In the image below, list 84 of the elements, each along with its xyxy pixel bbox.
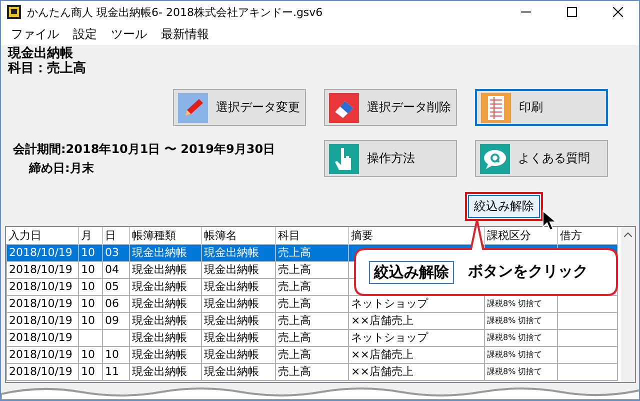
table-cell: ネットショップ bbox=[351, 297, 428, 310]
table-cell: 売上高 bbox=[278, 365, 311, 378]
close-icon[interactable] bbox=[613, 7, 623, 17]
table-cell: ××店舗売上 bbox=[351, 348, 414, 361]
clear-filter-button[interactable]: 絞込み解除 bbox=[468, 195, 540, 218]
maximize-icon[interactable] bbox=[567, 7, 577, 17]
table-cell: 現金出納帳 bbox=[132, 314, 187, 327]
speech-bubble-icon bbox=[482, 148, 508, 170]
table-cell: 現金出納帳 bbox=[204, 365, 259, 378]
table-cell: 現金出納帳 bbox=[132, 365, 187, 378]
table-row[interactable]: 2018/10/19 10 10 現金出納帳 現金出納帳 売上高 ××店舗売上 課税8% 切捨て bbox=[6, 346, 618, 363]
table-cell: 04 bbox=[105, 263, 119, 276]
table-cell: 2018/10/19 bbox=[9, 246, 72, 259]
table-cell: 課税8% 切捨て bbox=[487, 299, 542, 308]
table-cell: 現金出納帳 bbox=[204, 263, 259, 276]
table-cell: 現金出納帳 bbox=[132, 280, 187, 293]
table-cell: 売上高 bbox=[278, 246, 311, 259]
callout-text: ボタンをクリック bbox=[468, 262, 588, 281]
table-cell: 2018/10/19 bbox=[9, 280, 72, 293]
closing-day-text: 締め日:月末 bbox=[28, 160, 95, 176]
table-cell: 売上高 bbox=[278, 314, 311, 327]
table-cell: 09 bbox=[105, 314, 119, 327]
table-cell: 03 bbox=[105, 246, 119, 259]
table-cell: 2018/10/19 bbox=[9, 314, 72, 327]
table-cell: 現金出納帳 bbox=[132, 331, 187, 344]
table-cell: ××店舗売上 bbox=[351, 365, 414, 378]
table-cell: 2018/10/19 bbox=[9, 297, 72, 310]
toolbar-button[interactable]: 選択データ削除 bbox=[324, 89, 457, 126]
table-cell: 課税8% 切捨て bbox=[487, 350, 542, 359]
table-cell: 課税8% 切捨て bbox=[487, 316, 542, 325]
table-cell: 課税8% 切捨て bbox=[487, 367, 542, 376]
table-cell: 2018/10/19 bbox=[9, 263, 72, 276]
table-cell: 現金出納帳 bbox=[204, 246, 259, 259]
toolbar-button[interactable]: 印刷 bbox=[475, 89, 608, 126]
table-cell: 2018/10/19 bbox=[9, 348, 72, 361]
table-cell: 10 bbox=[105, 348, 119, 361]
scroll-up-icon[interactable] bbox=[624, 232, 632, 237]
table-cell: 現金出納帳 bbox=[204, 280, 259, 293]
window-title: かんたん商人 現金出納帳6- 2018株式会社アキンドー.gsv6 bbox=[27, 4, 323, 20]
table-cell: 現金出納帳 bbox=[204, 314, 259, 327]
fiscal-period-text: 会計期間:2018年10月1日 〜 2019年9月30日 bbox=[13, 140, 276, 158]
ledger-book-icon bbox=[485, 94, 507, 120]
table-cell: 05 bbox=[105, 280, 119, 293]
menu-item[interactable]: ツール bbox=[111, 26, 147, 42]
ledger-title: 現金出納帳 bbox=[6, 46, 73, 61]
table-cell: 現金出納帳 bbox=[204, 331, 259, 344]
table-cell: 2018/10/19 bbox=[9, 331, 72, 344]
table-cell: 現金出納帳 bbox=[132, 348, 187, 361]
app-logo-icon bbox=[7, 5, 21, 19]
table-cell: 2018/10/19 bbox=[9, 365, 72, 378]
menu-item[interactable]: 設定 bbox=[73, 26, 97, 42]
menu-item[interactable]: 最新情報 bbox=[161, 26, 209, 42]
table-cell: 現金出納帳 bbox=[132, 297, 187, 310]
table-cell: 現金出納帳 bbox=[132, 263, 187, 276]
table-cell: 10 bbox=[81, 348, 95, 361]
table-cell: 10 bbox=[81, 280, 95, 293]
toolbar-button[interactable]: 操作方法 bbox=[324, 140, 457, 177]
table-cell: ××店舗売上 bbox=[351, 314, 414, 327]
table-cell: 10 bbox=[81, 314, 95, 327]
table-cell: 売上高 bbox=[278, 331, 311, 344]
table-cell: 課税8% 切捨て bbox=[487, 333, 542, 342]
menu-item[interactable]: ファイル bbox=[11, 26, 59, 42]
table-cell: 売上高 bbox=[278, 348, 311, 361]
table-cell: 現金出納帳 bbox=[204, 348, 259, 361]
table-cell: 06 bbox=[105, 297, 119, 310]
table-cell: 11 bbox=[105, 365, 119, 378]
table-cell: 現金出納帳 bbox=[132, 246, 187, 259]
table-row[interactable]: 2018/10/19 現金出納帳 現金出納帳 売上高 ネットショップ 課税8% 切捨て bbox=[6, 329, 618, 346]
toolbar-button[interactable]: よくある質問 bbox=[475, 140, 608, 177]
table-cell: 10 bbox=[81, 365, 95, 378]
table-cell: 10 bbox=[81, 246, 95, 259]
table-row[interactable]: 2018/10/19 10 09 現金出納帳 現金出納帳 売上高 ××店舗売上 課税8% 切捨て bbox=[6, 312, 618, 329]
table-cell: 売上高 bbox=[278, 263, 311, 276]
table-cell: 10 bbox=[81, 297, 95, 310]
toolbar-button[interactable]: 選択データ変更 bbox=[173, 89, 306, 126]
scrollbar[interactable] bbox=[621, 227, 635, 382]
button-label-box: 絞込み解除 bbox=[369, 261, 454, 284]
table-cell: 10 bbox=[81, 263, 95, 276]
account-label: 科目：売上高 bbox=[6, 61, 87, 76]
table-cell: 売上高 bbox=[278, 297, 311, 310]
table-row[interactable]: 2018/10/19 10 11 現金出納帳 現金出納帳 売上高 ××店舗売上 課税8% 切捨て bbox=[6, 363, 618, 380]
table-cell: 売上高 bbox=[278, 280, 311, 293]
table-cell: ネットショップ bbox=[351, 331, 428, 344]
table-cell: 現金出納帳 bbox=[204, 297, 259, 310]
